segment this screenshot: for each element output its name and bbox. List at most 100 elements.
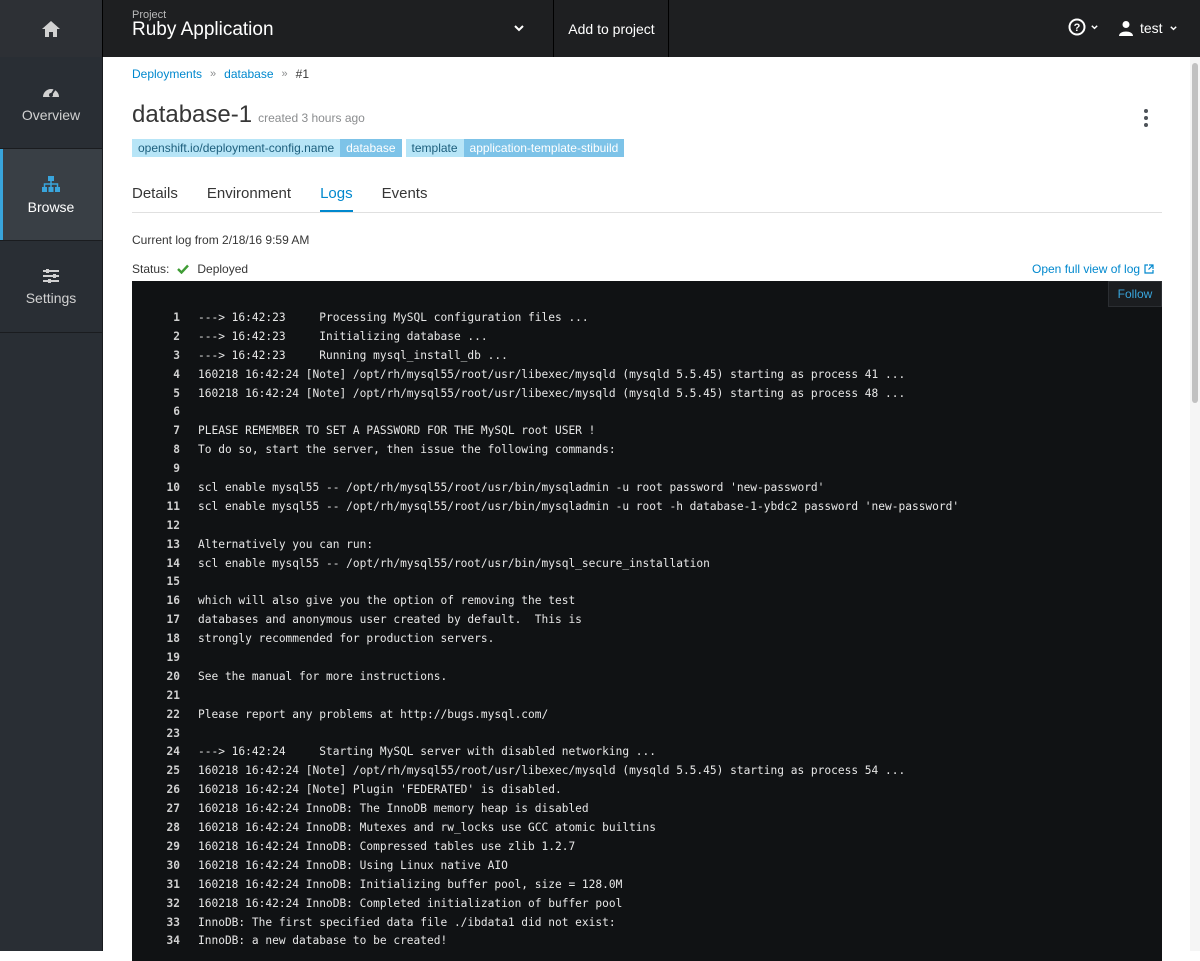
log-line-text: ---> 16:42:23 Running mysql_install_db .… — [198, 348, 508, 362]
log-line: 16 which will also give you the option of… — [132, 592, 959, 611]
log-viewer[interactable]: Follow 1 ---> 16:42:23 Processing MySQL c… — [132, 281, 1162, 961]
tab-environment[interactable]: Environment — [207, 185, 291, 212]
log-line: 10 scl enable mysql55 -- /opt/rh/mysql55/… — [132, 479, 959, 498]
log-line: 8 To do so, start the server, then issue … — [132, 441, 959, 460]
log-line-number: 28 — [166, 821, 180, 835]
log-line-text: scl enable mysql55 -- /opt/rh/mysql55/ro… — [198, 481, 825, 495]
log-line-text: 160218 16:42:24 [Note] /opt/rh/mysql55/r… — [198, 764, 906, 778]
log-line-text: ---> 16:42:23 Initializing database ... — [198, 329, 488, 343]
log-line: 7 PLEASE REMEMBER TO SET A PASSWORD FOR T… — [132, 422, 959, 441]
label-pair[interactable]: template application-template-stibuild — [405, 139, 625, 157]
log-line-number: 5 — [173, 386, 180, 400]
kebab-menu-icon[interactable] — [1144, 109, 1148, 127]
log-line-text: InnoDB: The first specified data file ./… — [198, 915, 616, 929]
page-scrollbar[interactable] — [1190, 57, 1200, 951]
sidebar-item-overview[interactable]: Overview — [0, 57, 102, 149]
log-line-number: 20 — [166, 669, 180, 683]
user-menu[interactable]: test — [1118, 20, 1178, 36]
log-line: 4 160218 16:42:24 [Note] /opt/rh/mysql55/… — [132, 366, 959, 385]
sidebar-item-label: Settings — [25, 289, 77, 306]
log-line-number: 22 — [166, 707, 180, 721]
page-title: database-1 created 3 hours ago — [132, 101, 365, 129]
log-line: 18 strongly recommended for production se… — [132, 630, 959, 649]
username: test — [1140, 20, 1163, 36]
top-navbar: Project Ruby Application Add to project … — [0, 0, 1200, 57]
log-line-text: ---> 16:42:23 Processing MySQL configura… — [198, 311, 589, 324]
log-line-text: 160218 16:42:24 [Note] /opt/rh/mysql55/r… — [198, 367, 906, 381]
log-line-number: 17 — [166, 613, 180, 627]
breadcrumb-deployments[interactable]: Deployments — [132, 67, 202, 81]
log-line: 1 ---> 16:42:23 Processing MySQL configur… — [132, 309, 959, 328]
status-value: Deployed — [197, 262, 249, 276]
log-line-number: 7 — [173, 424, 180, 438]
chevron-down-icon — [514, 25, 524, 32]
log-line: 32 160218 16:42:24 InnoDB: Completed init… — [132, 895, 959, 914]
label-key: openshift.io/deployment-config.name — [132, 139, 341, 157]
log-line: 34 InnoDB: a new database to be created! — [132, 932, 959, 951]
help-icon: ? — [1068, 18, 1086, 36]
log-line-number: 24 — [166, 745, 180, 759]
log-timestamp: Current log from 2/18/16 9:59 AM — [132, 233, 310, 247]
breadcrumb-database[interactable]: database — [224, 67, 273, 81]
log-line-number: 32 — [166, 896, 180, 910]
log-line-number: 1 — [173, 311, 180, 324]
log-line-text: 160218 16:42:24 InnoDB: Initializing buf… — [198, 877, 623, 891]
sidebar-item-settings[interactable]: Settings — [0, 241, 102, 333]
user-icon — [1119, 21, 1133, 36]
log-line: 22 Please report any problems at http://b… — [132, 706, 959, 725]
log-line-number: 2 — [173, 329, 180, 343]
log-line-number: 14 — [166, 556, 180, 570]
log-line-number: 15 — [166, 575, 180, 589]
tab-details[interactable]: Details — [132, 185, 178, 212]
log-line-number: 11 — [166, 499, 180, 513]
label-key: template — [405, 139, 464, 157]
log-line: 2 ---> 16:42:23 Initializing database ... — [132, 328, 959, 347]
home-icon — [42, 20, 60, 37]
tab-bar: Details Environment Logs Events — [132, 185, 1162, 213]
log-line-number: 26 — [166, 783, 180, 797]
created-timestamp: created 3 hours ago — [258, 111, 365, 125]
chevron-down-icon — [1169, 25, 1177, 30]
log-line-text: strongly recommended for production serv… — [198, 632, 495, 646]
follow-button[interactable]: Follow — [1108, 281, 1162, 307]
sidebar-item-browse[interactable]: Browse — [0, 149, 102, 241]
open-full-log-link[interactable]: Open full view of log — [1032, 262, 1154, 276]
sidebar: Overview Browse Settings — [0, 57, 103, 951]
label-pair[interactable]: openshift.io/deployment-config.name data… — [132, 139, 402, 157]
labels: openshift.io/deployment-config.name data… — [132, 139, 625, 157]
log-line-text: databases and anonymous user created by … — [198, 613, 582, 627]
tab-logs[interactable]: Logs — [320, 185, 353, 212]
project-switcher[interactable]: Project Ruby Application — [104, 0, 554, 57]
log-line-number: 29 — [166, 839, 180, 853]
log-line-text: scl enable mysql55 -- /opt/rh/mysql55/ro… — [198, 556, 710, 570]
log-line: 30 160218 16:42:24 InnoDB: Using Linux na… — [132, 857, 959, 876]
home-button[interactable] — [0, 0, 103, 57]
log-line-text: 160218 16:42:24 InnoDB: Completed initia… — [198, 896, 623, 910]
log-line-text: To do so, start the server, then issue t… — [198, 443, 616, 457]
label-value: database — [340, 139, 402, 157]
log-line: 24 ---> 16:42:24 Starting MySQL server wi… — [132, 743, 959, 762]
sidebar-item-label: Browse — [27, 198, 75, 215]
log-line-number: 4 — [173, 367, 180, 381]
log-line: 28 160218 16:42:24 InnoDB: Mutexes and rw… — [132, 819, 959, 838]
log-line-number: 8 — [173, 443, 180, 457]
log-line-number: 3 — [173, 348, 180, 362]
add-to-project-button[interactable]: Add to project — [555, 0, 669, 57]
help-menu[interactable]: ? — [1068, 18, 1099, 36]
log-line-number: 19 — [166, 651, 180, 665]
log-line: 11 scl enable mysql55 -- /opt/rh/mysql55/… — [132, 498, 960, 517]
log-line-text: 160218 16:42:24 InnoDB: Using Linux nati… — [198, 858, 508, 872]
scrollbar-thumb[interactable] — [1192, 63, 1198, 403]
log-line: 13 Alternatively you can run: — [132, 536, 959, 555]
tab-events[interactable]: Events — [382, 185, 428, 212]
log-line: 5 160218 16:42:24 [Note] /opt/rh/mysql55/… — [132, 385, 959, 404]
log-line: 29 160218 16:42:24 InnoDB: Compressed tab… — [132, 838, 959, 857]
log-line: 33 InnoDB: The first specified data file … — [132, 914, 959, 933]
log-line-number: 10 — [166, 481, 180, 495]
breadcrumb-separator: » — [210, 68, 217, 80]
log-line-number: 21 — [166, 688, 180, 702]
log-line-text: scl enable mysql55 -- /opt/rh/mysql55/ro… — [198, 499, 960, 513]
log-line-number: 30 — [166, 858, 180, 872]
log-line-number: 13 — [166, 537, 180, 551]
log-line-text: 160218 16:42:24 [Note] Plugin 'FEDERATED… — [198, 783, 562, 797]
